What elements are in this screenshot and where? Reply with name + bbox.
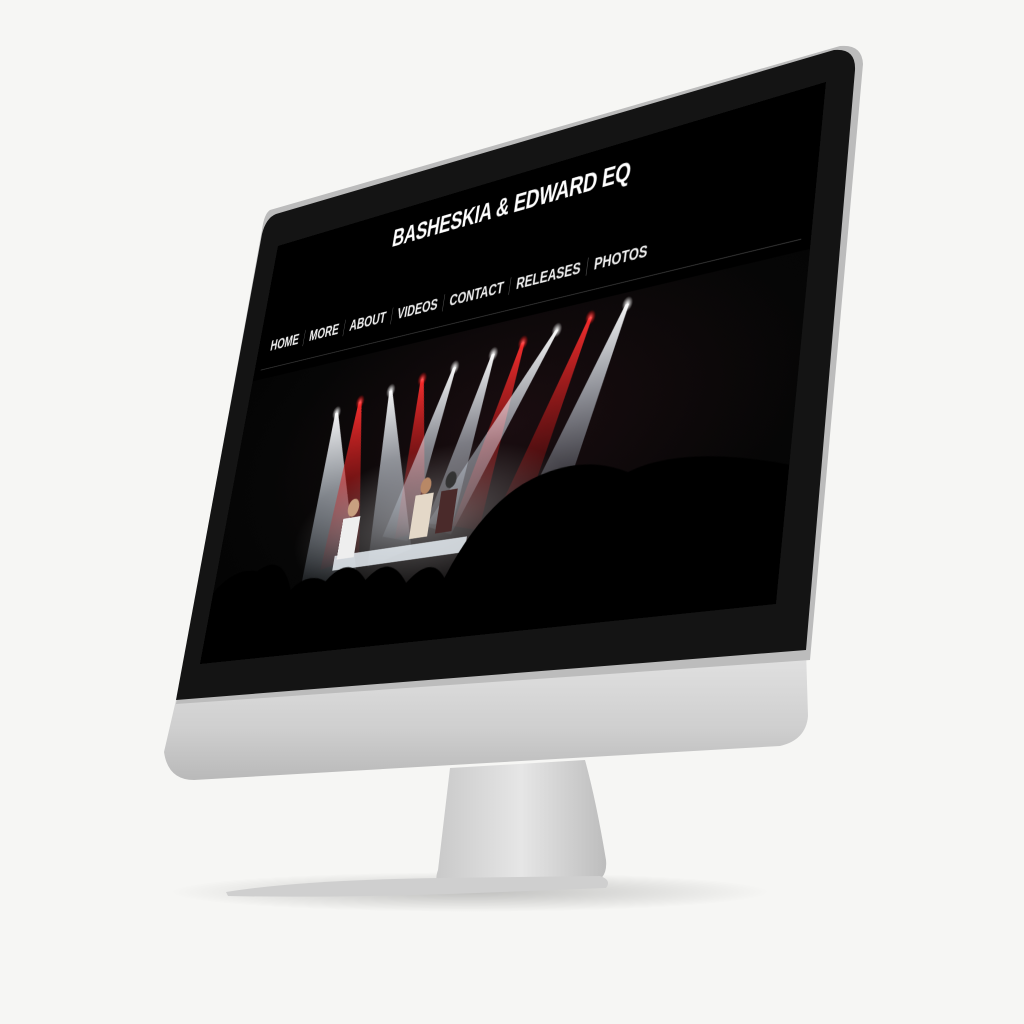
monitor-stand [436, 760, 607, 888]
nav-videos[interactable]: VIDEOS [391, 294, 443, 325]
nav-photos[interactable]: PHOTOS [588, 240, 655, 276]
nav-contact[interactable]: CONTACT [443, 277, 510, 312]
stage-light [550, 321, 564, 339]
stage-light [620, 294, 634, 313]
nav-releases[interactable]: RELEASES [510, 257, 587, 295]
stage-light [354, 393, 366, 410]
stage-light [416, 370, 429, 388]
mockup-scene: BASHESKIA & EDWARD EQ HOME MORE ABOUT VI… [0, 0, 1024, 1024]
stage-light [584, 308, 597, 327]
stage-light [516, 333, 530, 352]
stage-light [385, 382, 397, 399]
stage-light [448, 359, 461, 376]
stage-light [487, 345, 500, 363]
nav-more[interactable]: MORE [304, 319, 345, 346]
stage-light [331, 405, 343, 421]
nav-about[interactable]: ABOUT [344, 307, 392, 336]
nav-home[interactable]: HOME [265, 330, 305, 357]
